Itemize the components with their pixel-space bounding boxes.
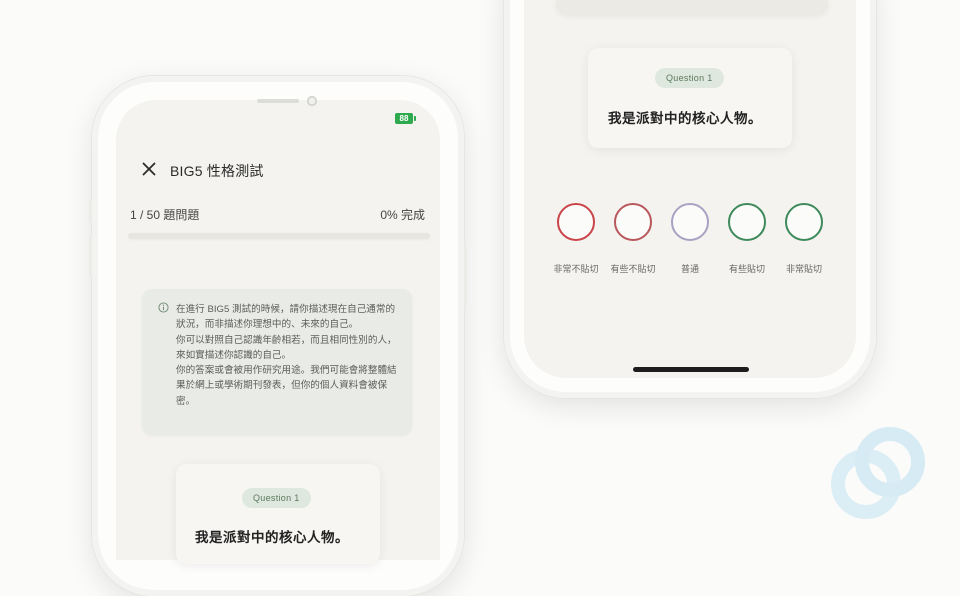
- answer-option-strongly-agree[interactable]: [785, 203, 823, 241]
- question-card: [176, 464, 380, 564]
- brand-logo-icon: [831, 427, 925, 519]
- top-card-edge: [556, 0, 828, 14]
- answer-option-neutral[interactable]: [671, 203, 709, 241]
- instructions-paragraph: 你可以對照自己認識年齡相若，而且相同性別的人，來如實描述你認識的自己。: [176, 334, 397, 361]
- answer-option-strongly-disagree[interactable]: [557, 203, 595, 241]
- answer-label: 非常貼切: [785, 264, 822, 274]
- answer-option-disagree[interactable]: [614, 203, 652, 241]
- front-camera: [307, 96, 317, 106]
- progress-bar: [128, 233, 430, 239]
- phone-side-button: [89, 236, 92, 276]
- speaker-grill: [257, 99, 299, 103]
- question-text: 我是派對中的核心人物。: [608, 111, 762, 126]
- info-icon: [158, 302, 169, 313]
- question-text: 我是派對中的核心人物。: [195, 530, 349, 545]
- question-number-badge: Question 1: [655, 68, 724, 88]
- instructions-text: 在進行 BIG5 測試的時候，請你描述現在自己通常的狀況，而非描述你理想中的、未…: [176, 302, 402, 409]
- progress-count: 1 / 50 題問題: [130, 208, 200, 222]
- close-icon[interactable]: [141, 161, 157, 177]
- home-indicator[interactable]: [633, 367, 749, 372]
- instructions-paragraph: 在進行 BIG5 測試的時候，請你描述現在自己通常的狀況，而非描述你理想中的、未…: [176, 304, 396, 331]
- phone-side-button: [89, 200, 92, 222]
- answer-option-agree[interactable]: [728, 203, 766, 241]
- question-card: [588, 48, 792, 148]
- battery-indicator: 88: [395, 113, 416, 124]
- progress-percent: 0% 完成: [380, 208, 425, 222]
- phone-side-button: [464, 246, 467, 306]
- question-number-badge: Question 1: [242, 488, 311, 508]
- instructions-paragraph: 你的答案或會被用作研究用途。我們可能會將整體結果於網上或學術期刊發表，但你的個人…: [176, 365, 397, 407]
- page-title: BIG5 性格測試: [170, 163, 264, 179]
